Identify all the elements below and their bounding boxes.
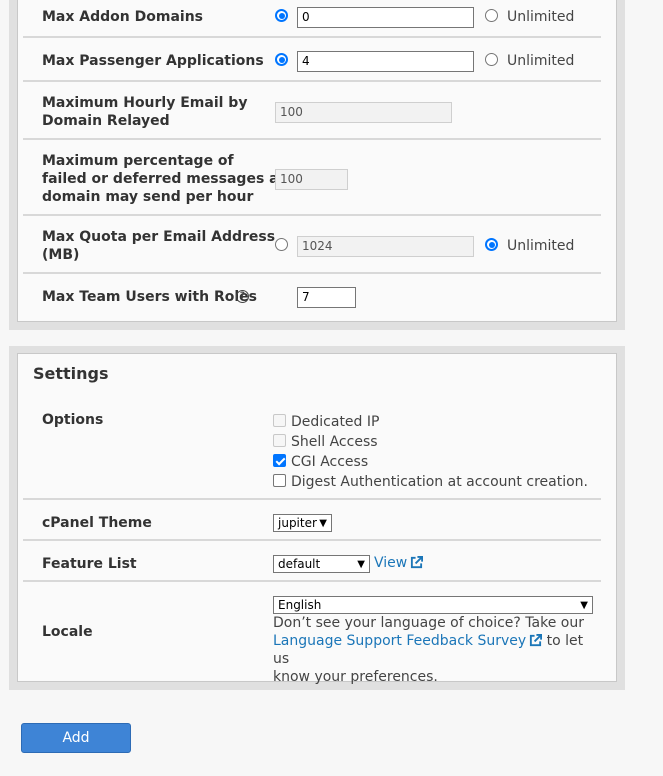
- max-failed-percentage-label: Maximum percentage of failed or deferred…: [42, 153, 279, 205]
- divider: [23, 272, 601, 274]
- max-passenger-apps-label: Max Passenger Applications: [42, 53, 264, 69]
- max-quota-value-radio[interactable]: [275, 238, 288, 251]
- language-survey-link[interactable]: Language Support Feedback Survey: [273, 633, 543, 649]
- max-addon-domains-input[interactable]: 0: [297, 7, 474, 28]
- feature-list-select[interactable]: default ▼: [273, 555, 370, 573]
- view-feature-list-link[interactable]: View: [374, 554, 424, 572]
- locale-label: Locale: [42, 624, 93, 640]
- external-link-icon: [530, 634, 543, 647]
- max-addon-domains-label: Max Addon Domains: [42, 9, 203, 25]
- divider: [23, 36, 601, 38]
- max-hourly-email-input[interactable]: 100: [275, 102, 452, 123]
- help-circle-icon[interactable]: ?: [236, 290, 249, 303]
- digest-auth-label: Digest Authentication at account creatio…: [291, 474, 588, 490]
- divider: [23, 498, 601, 500]
- feature-list-label: Feature List: [42, 556, 137, 572]
- max-quota-input[interactable]: 1024: [297, 236, 474, 257]
- locale-select[interactable]: English ▼: [273, 596, 593, 614]
- dedicated-ip-label: Dedicated IP: [291, 414, 380, 430]
- max-addon-domains-unlimited-radio[interactable]: [485, 9, 498, 22]
- divider: [23, 214, 601, 216]
- chevron-down-icon: ▼: [319, 518, 327, 529]
- cgi-access-checkbox[interactable]: [273, 454, 286, 467]
- chevron-down-icon: ▼: [357, 559, 365, 570]
- shell-access-checkbox[interactable]: [273, 434, 286, 447]
- divider: [23, 580, 601, 582]
- max-hourly-email-label: Maximum Hourly Email by Domain Relayed: [42, 95, 248, 129]
- cpanel-theme-select[interactable]: jupiter ▼: [273, 514, 332, 532]
- divider: [23, 80, 601, 82]
- locale-help-text: Don’t see your language of choice? Take …: [273, 615, 584, 685]
- max-passenger-apps-value-radio[interactable]: [275, 53, 288, 66]
- cpanel-theme-label: cPanel Theme: [42, 515, 152, 531]
- max-team-users-label: Max Team Users with Roles: [42, 289, 257, 305]
- max-passenger-apps-unlimited-radio[interactable]: [485, 53, 498, 66]
- max-passenger-apps-input[interactable]: 4: [297, 51, 474, 72]
- max-quota-unlimited-radio[interactable]: [485, 238, 498, 251]
- max-failed-percentage-input[interactable]: 100: [275, 169, 348, 190]
- external-link-icon: [411, 556, 424, 569]
- divider: [23, 138, 601, 140]
- max-addon-domains-unlimited-label: Unlimited: [507, 9, 575, 25]
- add-button[interactable]: Add: [21, 723, 131, 753]
- max-quota-label: Max Quota per Email Address (MB): [42, 229, 276, 263]
- cgi-access-label: CGI Access: [291, 454, 369, 470]
- dedicated-ip-checkbox[interactable]: [273, 414, 286, 427]
- options-label: Options: [42, 412, 104, 428]
- shell-access-label: Shell Access: [291, 434, 378, 450]
- max-passenger-apps-unlimited-label: Unlimited: [507, 53, 575, 69]
- settings-title: Settings: [33, 364, 109, 383]
- max-addon-domains-value-radio[interactable]: [275, 9, 288, 22]
- divider: [23, 539, 601, 541]
- digest-auth-checkbox[interactable]: [273, 474, 286, 487]
- chevron-down-icon: ▼: [580, 600, 588, 611]
- max-team-users-input[interactable]: 7: [297, 287, 356, 308]
- max-quota-unlimited-label: Unlimited: [507, 238, 575, 254]
